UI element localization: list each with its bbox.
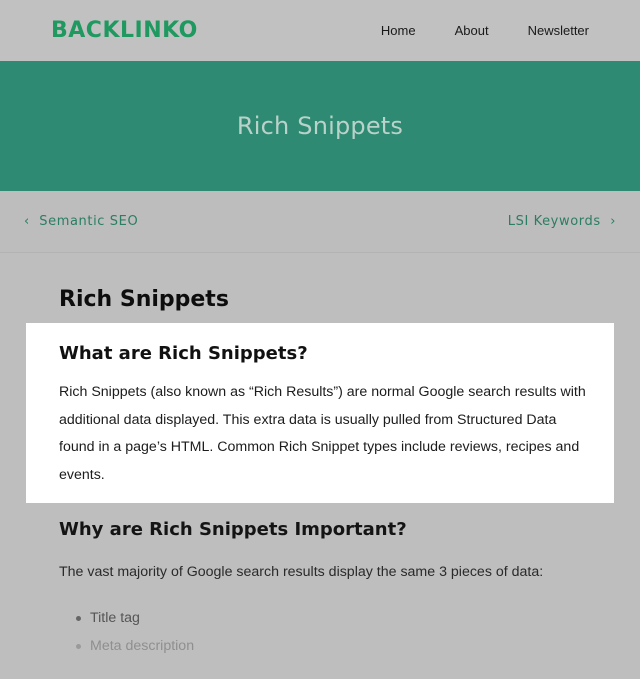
section-heading-importance: Why are Rich Snippets Important? — [59, 519, 407, 540]
site-header: BACKLINKO Home About Newsletter — [0, 0, 640, 61]
hero-banner: Rich Snippets — [0, 61, 640, 191]
list-item: Meta description — [76, 632, 194, 660]
next-article-link[interactable]: LSI Keywords › — [508, 214, 616, 230]
bullet-icon — [76, 616, 81, 621]
nav-newsletter-link[interactable]: Newsletter — [528, 23, 589, 39]
next-article-label: LSI Keywords — [507, 214, 601, 229]
page: BACKLINKO Home About Newsletter Rich Sni… — [0, 0, 640, 679]
prev-next-navigation: ‹ Semantic SEO LSI Keywords › — [0, 191, 640, 253]
definition-highlight-box: What are Rich Snippets? Rich Snippets (a… — [26, 323, 614, 503]
prev-article-link[interactable]: ‹ Semantic SEO — [24, 214, 138, 230]
list-item-label: Meta description — [90, 638, 195, 654]
nav-home-link[interactable]: Home — [381, 23, 416, 39]
nav-about-link[interactable]: About — [455, 23, 489, 39]
section-intro-text: The vast majority of Google search resul… — [59, 564, 544, 580]
data-pieces-list: Title tag Meta description — [76, 604, 194, 660]
backlinko-logo[interactable]: BACKLINKO — [51, 19, 198, 43]
hero-title: Rich Snippets — [236, 112, 404, 140]
prev-article-label: Semantic SEO — [39, 214, 139, 229]
definition-text: Rich Snippets (also known as “Rich Resul… — [59, 384, 586, 484]
main-nav: Home About Newsletter — [381, 23, 589, 39]
chevron-right-icon: › — [610, 214, 616, 229]
bullet-icon — [76, 644, 81, 649]
article-title: Rich Snippets — [59, 287, 229, 312]
definition-heading: What are Rich Snippets? — [59, 343, 308, 364]
list-item-label: Title tag — [90, 610, 140, 626]
list-item: Title tag — [76, 604, 194, 632]
chevron-left-icon: ‹ — [24, 214, 30, 229]
